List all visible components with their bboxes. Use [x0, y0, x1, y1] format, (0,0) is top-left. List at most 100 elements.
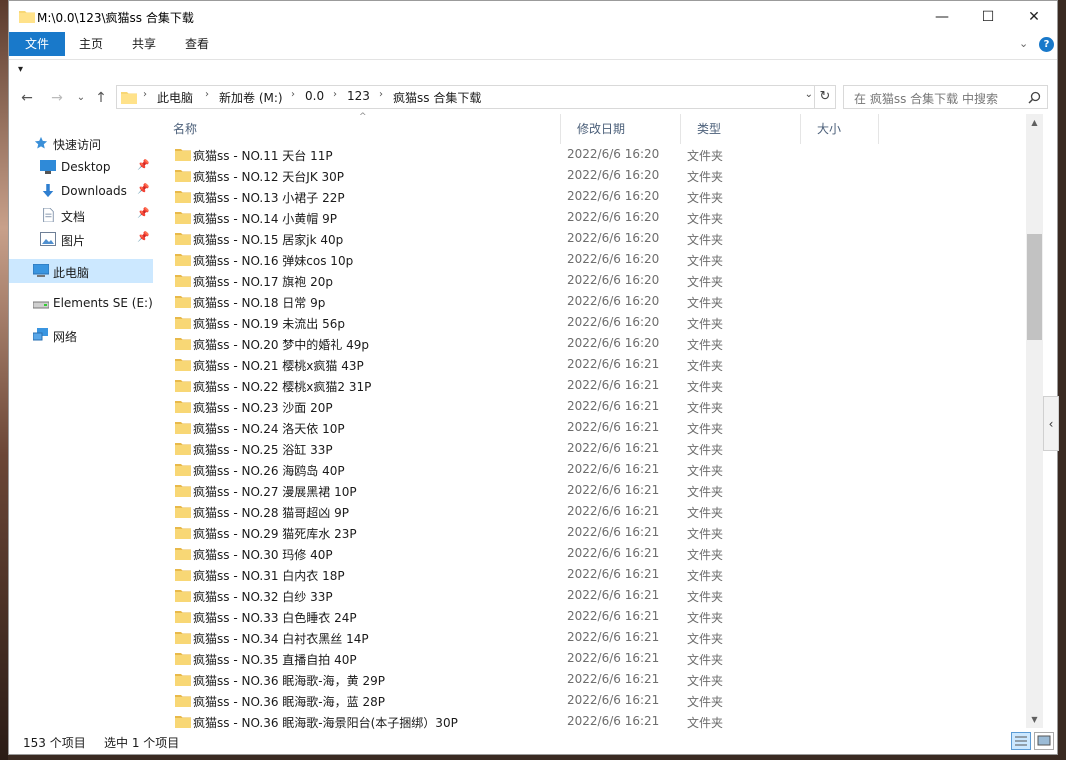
tab-home[interactable]: 主页: [69, 32, 113, 56]
close-button[interactable]: ✕: [1011, 1, 1057, 32]
minimize-button[interactable]: —: [919, 1, 965, 32]
folder-icon: [175, 422, 191, 434]
up-button[interactable]: ↑: [91, 88, 111, 108]
sidebar-item-pictures[interactable]: 图片 📌: [9, 227, 153, 251]
tab-share[interactable]: 共享: [122, 32, 166, 56]
breadcrumb-folder-123[interactable]: 123: [347, 89, 370, 103]
table-row[interactable]: 疯猫ss - NO.27 漫展黑裙 10P 2022/6/6 16:21 文件夹: [167, 480, 1027, 501]
folder-icon: [175, 527, 191, 539]
column-header-date[interactable]: 修改日期: [561, 114, 681, 144]
recent-locations-icon[interactable]: ⌄: [71, 88, 91, 108]
file-type: 文件夹: [687, 149, 724, 163]
pin-icon[interactable]: 📌: [137, 160, 149, 171]
file-type: 文件夹: [687, 590, 724, 604]
breadcrumb-drive[interactable]: 新加卷 (M:): [219, 89, 283, 106]
folder-icon: [175, 401, 191, 413]
search-input[interactable]: 在 疯猫ss 合集下载 中搜索: [843, 85, 1048, 109]
table-row[interactable]: 疯猫ss - NO.15 居家jk 40p 2022/6/6 16:20 文件夹: [167, 228, 1027, 249]
address-dropdown-icon[interactable]: ⌄: [805, 89, 813, 100]
table-row[interactable]: 疯猫ss - NO.28 猫哥超凶 9P 2022/6/6 16:21 文件夹: [167, 501, 1027, 522]
chevron-right-icon[interactable]: ›: [333, 89, 337, 100]
file-date: 2022/6/6 16:21: [567, 525, 660, 539]
table-row[interactable]: 疯猫ss - NO.29 猫死库水 23P 2022/6/6 16:21 文件夹: [167, 522, 1027, 543]
scrollbar-thumb[interactable]: [1027, 234, 1042, 340]
table-row[interactable]: 疯猫ss - NO.26 海鸥岛 40P 2022/6/6 16:21 文件夹: [167, 459, 1027, 480]
tab-file[interactable]: 文件: [9, 32, 65, 56]
table-row[interactable]: 疯猫ss - NO.11 天台 11P 2022/6/6 16:20 文件夹: [167, 144, 1027, 165]
sidebar-item-network[interactable]: 网络: [9, 323, 153, 347]
table-row[interactable]: 疯猫ss - NO.12 天台JK 30P 2022/6/6 16:20 文件夹: [167, 165, 1027, 186]
breadcrumb-folder-0-0[interactable]: 0.0: [305, 89, 324, 103]
table-row[interactable]: 疯猫ss - NO.23 沙面 20P 2022/6/6 16:21 文件夹: [167, 396, 1027, 417]
vertical-scrollbar[interactable]: ▲ ▼: [1026, 114, 1043, 728]
folder-icon: [175, 485, 191, 497]
table-row[interactable]: 疯猫ss - NO.35 直播自拍 40P 2022/6/6 16:21 文件夹: [167, 648, 1027, 669]
file-name: 疯猫ss - NO.31 白内衣 18P: [193, 569, 345, 583]
details-view-button[interactable]: [1011, 732, 1031, 750]
chevron-right-icon[interactable]: ›: [205, 89, 209, 100]
address-bar[interactable]: › 此电脑 › 新加卷 (M:) › 0.0 › 123 › 疯猫ss 合集下载…: [116, 85, 836, 109]
refresh-button[interactable]: ↻: [814, 86, 835, 108]
sidebar-item-elements-se[interactable]: Elements SE (E:): [9, 291, 153, 315]
scroll-down-icon[interactable]: ▼: [1026, 711, 1043, 728]
file-date: 2022/6/6 16:21: [567, 651, 660, 665]
sidebar-item-downloads[interactable]: Downloads 📌: [9, 179, 153, 203]
chevron-down-icon[interactable]: ⌄: [1019, 37, 1028, 50]
column-header-type[interactable]: 类型: [681, 114, 801, 144]
table-row[interactable]: 疯猫ss - NO.16 弹妹cos 10p 2022/6/6 16:20 文件夹: [167, 249, 1027, 270]
large-icons-view-button[interactable]: [1034, 732, 1054, 750]
table-row[interactable]: 疯猫ss - NO.36 眠海歌-海，黄 29P 2022/6/6 16:21 文件…: [167, 669, 1027, 690]
file-name: 疯猫ss - NO.11 天台 11P: [193, 149, 333, 163]
file-name: 疯猫ss - NO.36 眠海歌-海，黄 29P: [193, 674, 385, 688]
pin-icon[interactable]: 📌: [137, 184, 149, 195]
help-icon[interactable]: ?: [1039, 37, 1054, 52]
folder-icon: [175, 380, 191, 392]
table-row[interactable]: 疯猫ss - NO.34 白衬衣黑丝 14P 2022/6/6 16:21 文件夹: [167, 627, 1027, 648]
table-row[interactable]: 疯猫ss - NO.18 日常 9p 2022/6/6 16:20 文件夹: [167, 291, 1027, 312]
table-row[interactable]: 疯猫ss - NO.20 梦中的婚礼 49p 2022/6/6 16:20 文件夹: [167, 333, 1027, 354]
sidebar-item-quick-access[interactable]: 快速访问: [9, 131, 153, 155]
pin-icon[interactable]: 📌: [137, 232, 149, 243]
column-header-name[interactable]: 名称: [157, 114, 561, 144]
scroll-up-icon[interactable]: ▲: [1026, 114, 1043, 131]
folder-icon: [175, 464, 191, 476]
file-date: 2022/6/6 16:20: [567, 336, 660, 350]
file-name: 疯猫ss - NO.29 猫死库水 23P: [193, 527, 357, 541]
pin-icon[interactable]: 📌: [137, 208, 149, 219]
sidebar-item-this-pc[interactable]: 此电脑: [9, 259, 153, 283]
table-row[interactable]: 疯猫ss - NO.30 玛修 40P 2022/6/6 16:21 文件夹: [167, 543, 1027, 564]
back-button[interactable]: ←: [17, 88, 37, 108]
forward-button[interactable]: →: [47, 88, 67, 108]
table-row[interactable]: 疯猫ss - NO.14 小黄帽 9P 2022/6/6 16:20 文件夹: [167, 207, 1027, 228]
table-row[interactable]: 疯猫ss - NO.36 眠海歌-海，蓝 28P 2022/6/6 16:21 文件…: [167, 690, 1027, 711]
table-row[interactable]: 疯猫ss - NO.17 旗袍 20p 2022/6/6 16:20 文件夹: [167, 270, 1027, 291]
folder-icon: [175, 716, 191, 728]
customize-toolbar-icon[interactable]: ▾: [18, 64, 23, 75]
chevron-right-icon[interactable]: ›: [379, 89, 383, 100]
table-row[interactable]: 疯猫ss - NO.25 浴缸 33P 2022/6/6 16:21 文件夹: [167, 438, 1027, 459]
table-row[interactable]: 疯猫ss - NO.33 白色睡衣 24P 2022/6/6 16:21 文件夹: [167, 606, 1027, 627]
sidebar-item-documents[interactable]: 文档 📌: [9, 203, 153, 227]
table-row[interactable]: 疯猫ss - NO.24 洛天依 10P 2022/6/6 16:21 文件夹: [167, 417, 1027, 438]
folder-icon: [175, 443, 191, 455]
tab-view[interactable]: 查看: [175, 32, 219, 56]
table-row[interactable]: 疯猫ss - NO.32 白纱 33P 2022/6/6 16:21 文件夹: [167, 585, 1027, 606]
title-bar[interactable]: M:\0.0\123\疯猫ss 合集下载 — ☐ ✕: [9, 1, 1057, 32]
maximize-button[interactable]: ☐: [965, 1, 1011, 32]
file-date: 2022/6/6 16:21: [567, 378, 660, 392]
file-name: 疯猫ss - NO.24 洛天依 10P: [193, 422, 345, 436]
column-header-size[interactable]: 大小: [801, 114, 879, 144]
file-date: 2022/6/6 16:21: [567, 399, 660, 413]
collapse-pane-button[interactable]: ‹: [1043, 396, 1059, 451]
table-row[interactable]: 疯猫ss - NO.13 小裙子 22P 2022/6/6 16:20 文件夹: [167, 186, 1027, 207]
breadcrumb-this-pc[interactable]: 此电脑: [157, 89, 193, 106]
breadcrumb-current[interactable]: 疯猫ss 合集下载: [393, 89, 481, 106]
table-row[interactable]: 疯猫ss - NO.31 白内衣 18P 2022/6/6 16:21 文件夹: [167, 564, 1027, 585]
sidebar-item-desktop[interactable]: Desktop 📌: [9, 155, 153, 179]
table-row[interactable]: 疯猫ss - NO.21 樱桃x疯猫 43P 2022/6/6 16:21 文件夹: [167, 354, 1027, 375]
file-date: 2022/6/6 16:21: [567, 546, 660, 560]
chevron-right-icon[interactable]: ›: [291, 89, 295, 100]
table-row[interactable]: 疯猫ss - NO.19 未流出 56p 2022/6/6 16:20 文件夹: [167, 312, 1027, 333]
table-row[interactable]: 疯猫ss - NO.22 樱桃x疯猫2 31P 2022/6/6 16:21 文件夹: [167, 375, 1027, 396]
file-name: 疯猫ss - NO.21 樱桃x疯猫 43P: [193, 359, 364, 373]
